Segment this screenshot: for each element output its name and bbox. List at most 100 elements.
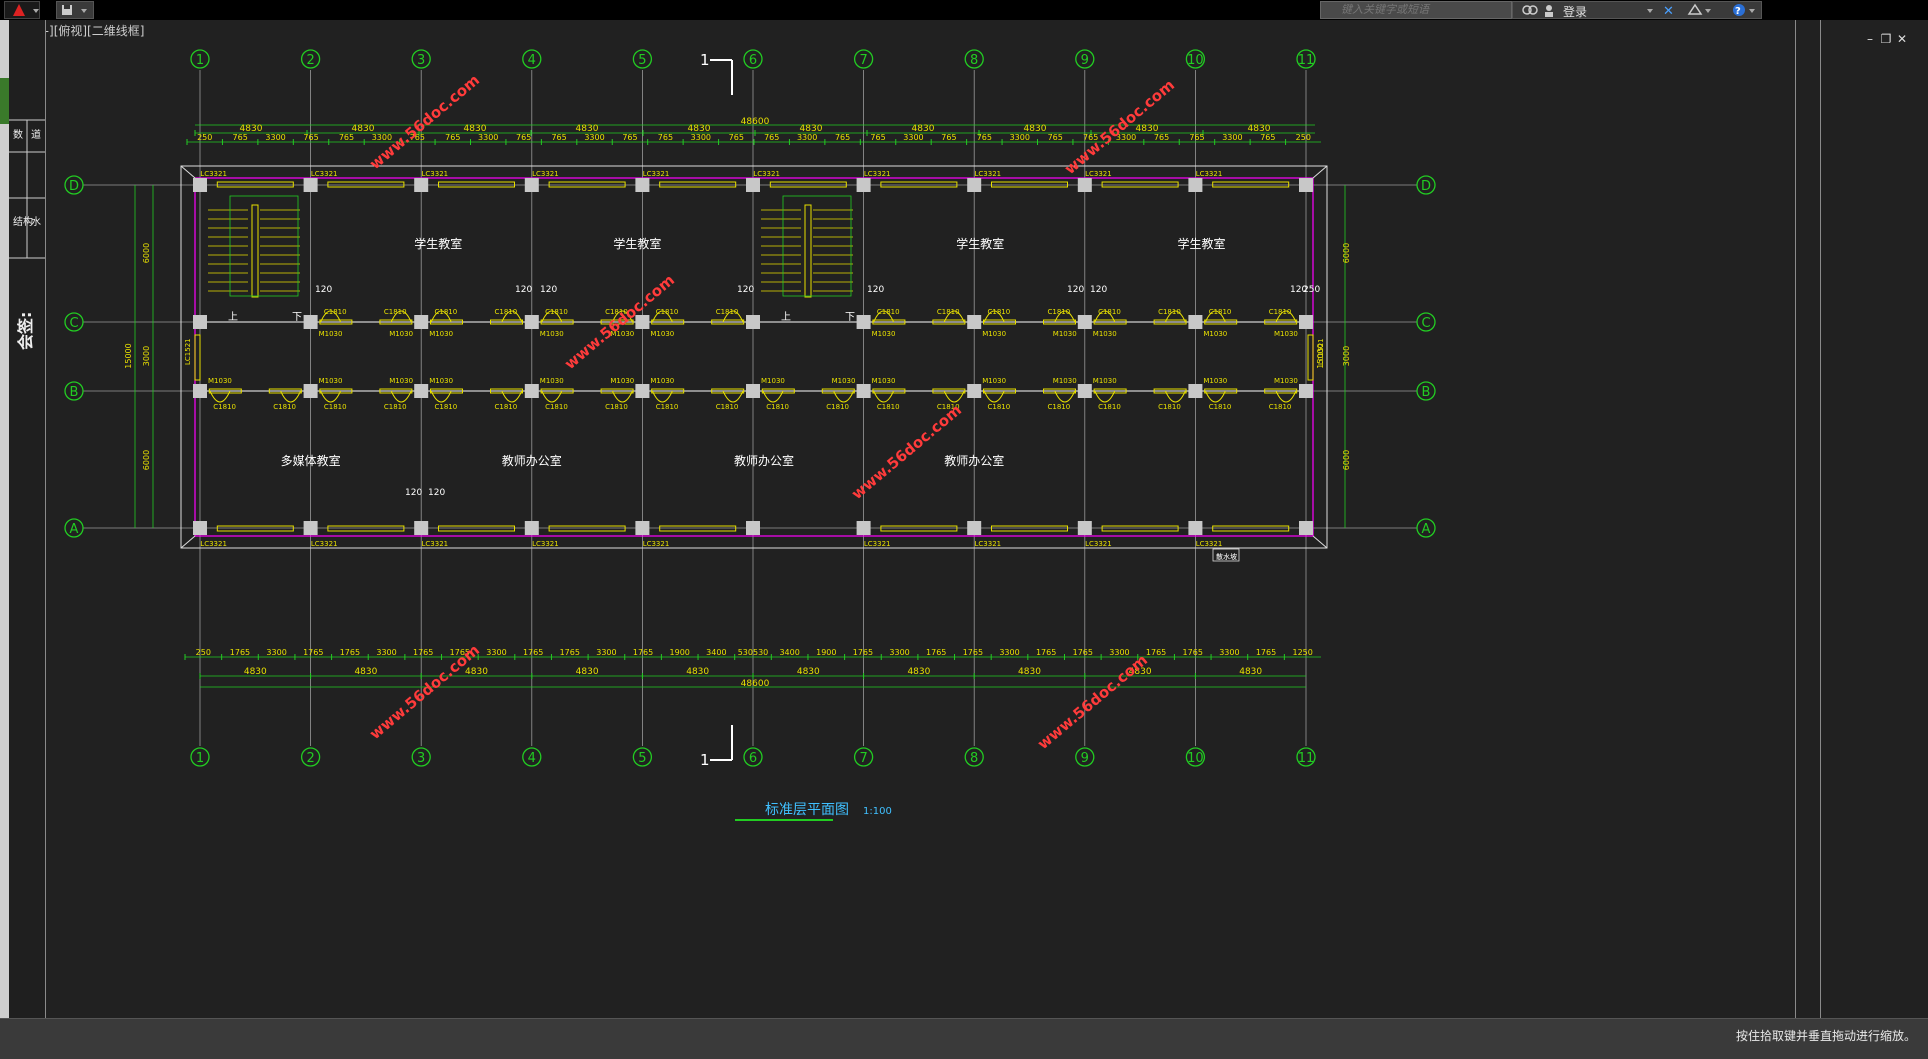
room-label-bottom: 多媒体教室 <box>281 453 341 468</box>
door-label: M1030 <box>1203 330 1227 338</box>
drawing-title: 标准层平面图 <box>765 802 849 818</box>
column <box>303 384 318 398</box>
title-bar: ✕ ? 登录 <box>0 0 1928 20</box>
title-block-text-1: 数 <box>13 128 23 141</box>
axis-label-3: 3 <box>417 53 425 68</box>
corridor-window-label: C1810 <box>273 403 296 411</box>
bottom-dim-row1-text: 3400 <box>779 648 799 657</box>
axis-label-1: 1 <box>196 53 204 68</box>
room-label-bottom: 教师办公室 <box>944 453 1004 468</box>
left-dim-text: 6000 <box>142 243 151 263</box>
door-label: M1030 <box>832 377 856 385</box>
axis-label-4: 4 <box>528 751 536 766</box>
column <box>967 384 982 398</box>
search-input[interactable] <box>1320 1 1513 19</box>
corridor-window-label: C1810 <box>384 403 407 411</box>
dimension-250: 250 <box>1303 285 1320 295</box>
stair-handrail <box>804 204 812 298</box>
column <box>1299 178 1313 192</box>
axis-label-6: 6 <box>749 751 757 766</box>
drawing-canvas[interactable]: 11223344556677889910101111D DC CB BA A11 486… <box>45 20 1795 1018</box>
axis-row-label-B: B <box>70 385 79 400</box>
small-dimension: 120 <box>405 488 422 498</box>
window-top <box>216 181 294 188</box>
top-dim-row1-text: 765 <box>941 133 956 142</box>
title-block-cells: 数 道 结构 水 会签: <box>9 119 45 350</box>
bottom-dim-row1-text: 3300 <box>999 648 1019 657</box>
window-label-top: LC3321 <box>864 170 891 178</box>
top-dim-row1-text: 765 <box>729 133 744 142</box>
door-label: M1030 <box>389 330 413 338</box>
column <box>524 315 539 329</box>
bottom-dim-row1-text: 1765 <box>853 648 873 657</box>
corridor-window-label: C1810 <box>605 403 628 411</box>
search-field[interactable] <box>1339 3 1513 17</box>
status-bar: 按住拾取键并垂直拖动进行缩放。 <box>0 1018 1928 1059</box>
close-button[interactable]: ✕ <box>1894 32 1910 46</box>
column <box>193 315 207 329</box>
corner-line <box>1312 165 1328 179</box>
column <box>1188 384 1203 398</box>
door-label: M1030 <box>982 330 1006 338</box>
column <box>303 315 318 329</box>
watermark-text: www.56doc.com <box>366 71 483 173</box>
title-block-text-4: 水 <box>31 216 41 228</box>
door-label: M1030 <box>761 377 785 385</box>
autocad-logo-icon <box>13 4 39 16</box>
bottom-dim-row2-text: 4830 <box>244 667 267 677</box>
bottom-dim-row1-text: 1900 <box>670 648 690 657</box>
door-label: M1030 <box>1203 377 1227 385</box>
infocenter-toolbar[interactable]: ✕ ? <box>1512 1 1762 19</box>
floor-plan <box>180 165 1328 562</box>
window-label-bottom: LC3321 <box>422 540 449 548</box>
top-dim-row1-text: 3300 <box>265 133 285 142</box>
column <box>856 315 871 329</box>
room-label-top: 学生教室 <box>956 236 1004 251</box>
small-dimension: 120 <box>540 285 557 295</box>
restore-button[interactable]: ❐ <box>1878 32 1894 46</box>
drawing-scale: 1:100 <box>863 806 892 817</box>
bottom-dim-row2-text: 4830 <box>686 667 709 677</box>
corridor-window-label: C1810 <box>1269 308 1292 316</box>
top-dim-row1-text: 3300 <box>903 133 923 142</box>
window-top <box>438 181 515 188</box>
left-dim-total-text: 15000 <box>124 343 133 368</box>
column <box>746 178 760 192</box>
axis-label-8: 8 <box>970 53 978 68</box>
small-dimension: 120 <box>315 285 332 295</box>
window-label-top: LC3321 <box>753 170 780 178</box>
column <box>193 521 207 535</box>
svg-text:✕: ✕ <box>1663 4 1674 18</box>
column <box>967 178 982 192</box>
stair-down-label: 下 <box>845 312 855 323</box>
bottom-dim-row2-text: 4830 <box>465 667 488 677</box>
quick-access-toolbar[interactable] <box>56 1 94 19</box>
application-menu-button[interactable] <box>4 1 40 19</box>
side-window-left <box>194 334 201 381</box>
column <box>414 315 429 329</box>
side-window-label: LC1521 <box>184 338 192 365</box>
corridor-window-label: C1810 <box>1048 403 1071 411</box>
small-dimension: 120 <box>515 285 532 295</box>
axis-label-8: 8 <box>970 751 978 766</box>
door-label: M1030 <box>540 377 564 385</box>
axis-label-11: 11 <box>1298 751 1315 766</box>
corner-line <box>1312 535 1328 549</box>
room-label-top: 学生教室 <box>1177 236 1225 251</box>
corridor-window-label: C1810 <box>937 308 960 316</box>
corridor-window-label: C1810 <box>1098 308 1121 316</box>
small-dimension: 120 <box>1090 285 1107 295</box>
stair-handrail <box>251 204 259 298</box>
bottom-dim-row1-text: 3300 <box>889 648 909 657</box>
login-button[interactable]: 登录 <box>1563 3 1587 20</box>
corridor-window-label: C1810 <box>877 403 900 411</box>
door-label: M1030 <box>610 377 634 385</box>
corridor-window-label: C1810 <box>766 403 789 411</box>
bottom-dim-row2-text: 4830 <box>797 667 820 677</box>
axis-row-label-B: B <box>1422 385 1431 400</box>
column <box>524 521 539 535</box>
side-window-right <box>1307 334 1314 381</box>
minimize-button[interactable]: – <box>1862 32 1878 46</box>
axis-label-2: 2 <box>306 751 314 766</box>
window-label-top: LC3321 <box>200 170 227 178</box>
